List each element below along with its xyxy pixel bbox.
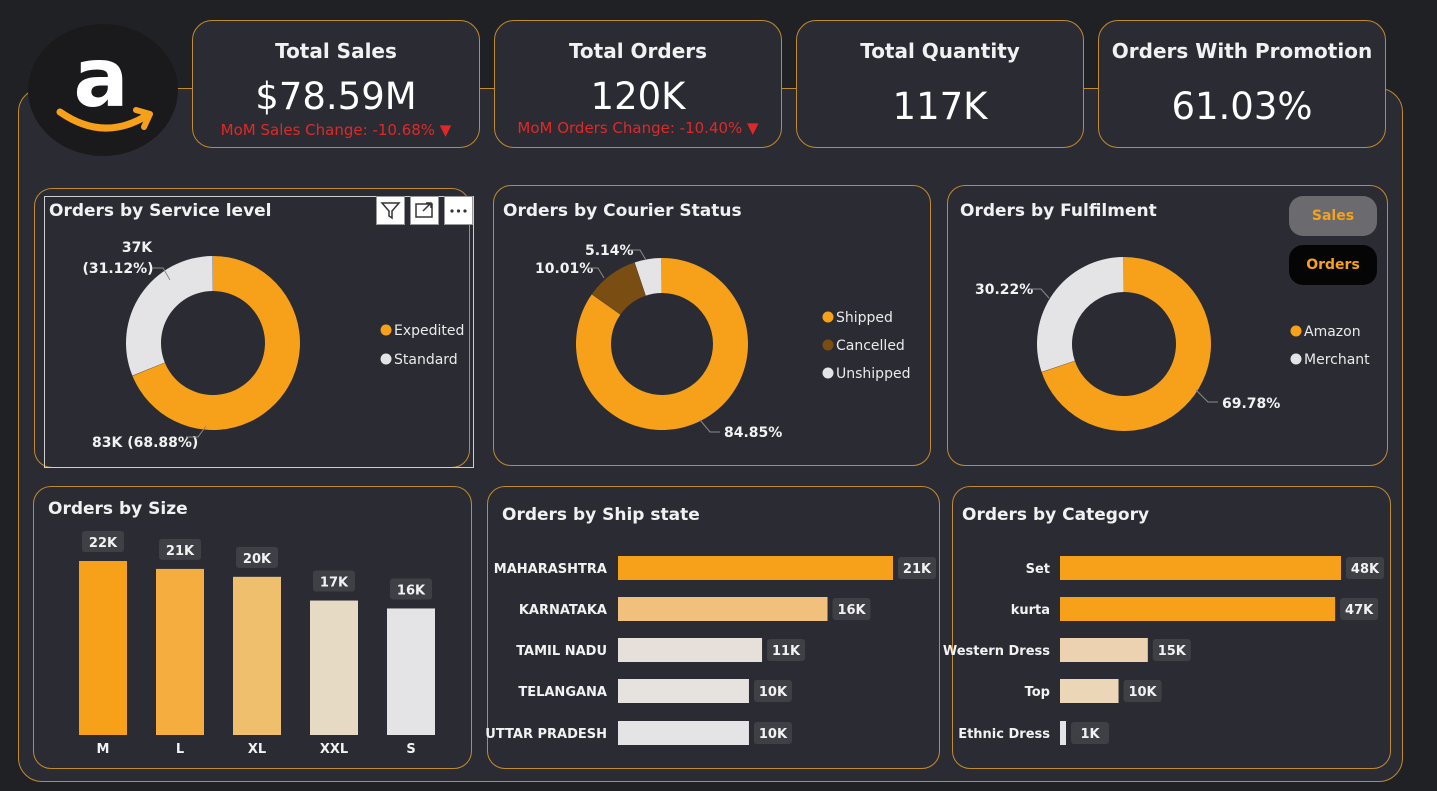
kpi-value: 120K <box>590 75 686 118</box>
kpi-title: Total Quantity <box>860 39 1020 63</box>
visual-focus-border <box>44 196 474 468</box>
chart-title: Orders by Courier Status <box>503 201 742 221</box>
kpi-title: Orders With Promotion <box>1111 39 1373 63</box>
kpi-total-orders: Total Orders 120K MoM Orders Change: -10… <box>494 20 782 148</box>
toggle-sales-button[interactable]: Sales <box>1289 196 1377 236</box>
chart-title: Orders by Ship state <box>502 505 700 525</box>
amazon-logo: a <box>28 24 178 156</box>
kpi-value: 61.03% <box>1171 85 1313 128</box>
panel-category[interactable]: Orders by Category <box>952 486 1391 769</box>
chart-title: Orders by Category <box>962 505 1150 525</box>
kpi-total-quantity: Total Quantity 117K <box>796 20 1084 148</box>
more-options-icon[interactable] <box>444 196 473 225</box>
kpi-title: Total Orders <box>568 39 708 63</box>
filter-icon[interactable] <box>376 196 405 225</box>
kpi-change: MoM Sales Change: -10.68% ▼ <box>220 121 452 139</box>
kpi-total-sales: Total Sales $78.59M MoM Sales Change: -1… <box>192 20 480 148</box>
panel-courier-status[interactable]: Orders by Courier Status <box>493 185 931 466</box>
kpi-value: $78.59M <box>255 75 417 118</box>
kpi-change: MoM Orders Change: -10.40% ▼ <box>517 119 759 137</box>
kpi-orders-with-promotion: Orders With Promotion 61.03% <box>1098 20 1386 148</box>
focus-mode-icon[interactable] <box>410 196 439 225</box>
panel-ship-state[interactable]: Orders by Ship state <box>487 486 940 769</box>
chart-title: Orders by Size <box>48 499 188 519</box>
svg-text:a: a <box>73 31 128 126</box>
panel-size[interactable]: Orders by Size <box>33 486 472 769</box>
kpi-value: 117K <box>892 85 988 128</box>
toggle-orders-button[interactable]: Orders <box>1289 245 1377 285</box>
chart-title: Orders by Fulfilment <box>960 201 1157 221</box>
kpi-title: Total Sales <box>275 39 397 63</box>
